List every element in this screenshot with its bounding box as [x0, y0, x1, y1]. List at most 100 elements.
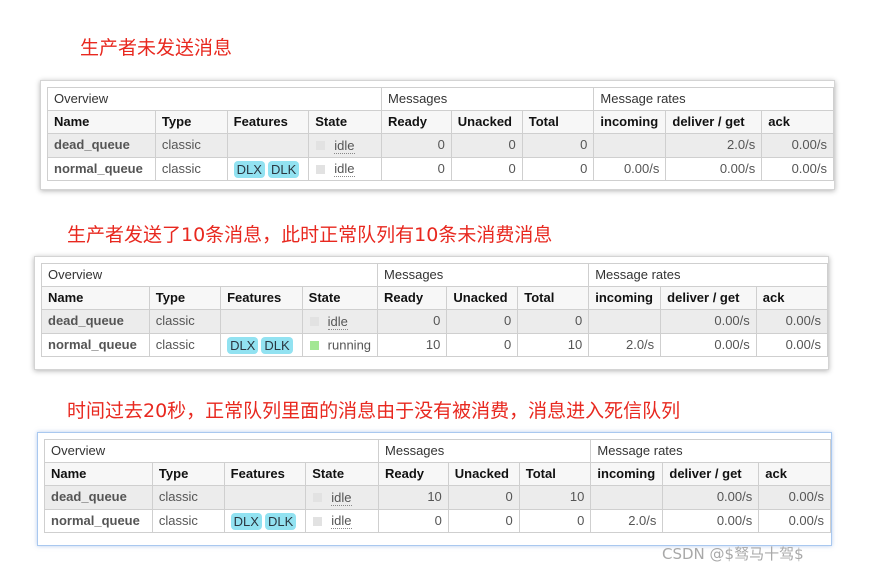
column-header-state: State: [305, 462, 380, 486]
queue-row[interactable]: normal_queue classic DLX DLK idle 0 0 0 2.0/s 0.0…: [44, 508, 831, 534]
group-header-overview: Overview: [43, 439, 380, 463]
feature-badge-dlx: DLX: [233, 160, 265, 178]
queue-state: idle: [305, 485, 380, 510]
rate-incoming: [590, 485, 664, 510]
queue-row[interactable]: dead_queue classic idle 0 0 0 0.00/s 0.00/s: [41, 309, 829, 334]
column-header-ready: Ready: [378, 462, 449, 486]
queue-name-link[interactable]: normal_queue: [44, 508, 153, 534]
queue-type: classic: [154, 133, 228, 158]
messages-unacked: 0: [450, 133, 523, 158]
queue-type: classic: [151, 485, 225, 510]
column-header-name: Name: [47, 110, 156, 134]
state-indicator-icon: [309, 340, 319, 350]
feature-badge-dlk: DLK: [267, 160, 300, 178]
column-header-type: Type: [151, 462, 225, 486]
rate-ack: 0.00/s: [761, 156, 834, 182]
column-header-unacked: Unacked: [447, 462, 520, 486]
rate-incoming: 2.0/s: [590, 508, 664, 534]
queue-state-label: idle: [331, 513, 352, 530]
queues-table: Overview Messages Message rates Name Type Fea…: [43, 439, 831, 534]
queue-state: idle: [305, 508, 380, 534]
column-header-ack: ack: [758, 462, 831, 486]
messages-total: 10: [517, 332, 590, 358]
rate-deliver-get: 0.00/s: [660, 332, 757, 358]
queue-name-link[interactable]: normal_queue: [47, 156, 156, 182]
queue-features: [226, 133, 310, 158]
queue-type: classic: [148, 332, 222, 358]
group-header-message-rates: Message rates: [590, 439, 831, 463]
messages-unacked: 0: [450, 156, 523, 182]
queue-table-panel: Overview Messages Message rates Name Type Fea…: [40, 80, 835, 190]
queue-type: classic: [154, 156, 228, 182]
rate-ack: 0.00/s: [755, 309, 829, 334]
column-header-total: Total: [521, 110, 595, 134]
group-header-message-rates: Message rates: [593, 87, 834, 111]
messages-ready: 0: [377, 309, 448, 334]
queue-state: idle: [308, 133, 383, 158]
column-header-type: Type: [154, 110, 228, 134]
rate-incoming: [588, 309, 662, 334]
rate-ack: 0.00/s: [755, 332, 829, 358]
messages-total: 0: [521, 156, 595, 182]
rate-deliver-get: 0.00/s: [660, 309, 757, 334]
column-header-total: Total: [518, 462, 592, 486]
column-header-deliver-get: deliver / get: [665, 110, 763, 134]
rate-ack: 0.00/s: [758, 508, 831, 534]
queue-row[interactable]: normal_queue classic DLX DLK idle 0 0 0 0.00/s 0.…: [47, 156, 834, 182]
column-header-ready: Ready: [377, 286, 448, 310]
csdn-watermark: CSDN @$驽马十驾$: [662, 545, 804, 563]
column-header-incoming: incoming: [593, 110, 667, 134]
queue-features: DLX DLK: [226, 156, 310, 182]
column-header-features: Features: [226, 110, 310, 134]
column-header-unacked: Unacked: [450, 110, 523, 134]
queue-table-panel: Overview Messages Message rates Name Type Fea…: [34, 256, 829, 370]
queue-table-panel: Overview Messages Message rates Name Type Fea…: [37, 432, 832, 546]
messages-unacked: 0: [446, 332, 519, 358]
column-header-features: Features: [220, 286, 303, 310]
queue-row[interactable]: dead_queue classic idle 10 0 10 0.00/s 0.00/s: [44, 485, 831, 510]
messages-total: 0: [517, 309, 590, 334]
queue-state-label: idle: [327, 313, 348, 330]
section-heading: 生产者发送了10条消息，此时正常队列有10条未消费消息: [67, 224, 553, 246]
feature-badge-dlx: DLX: [230, 512, 262, 530]
group-header-messages: Messages: [377, 263, 590, 287]
column-header-features: Features: [223, 462, 307, 486]
messages-ready: 0: [381, 133, 452, 158]
queue-state: running: [301, 332, 379, 358]
feature-badge-dlk: DLK: [261, 336, 293, 354]
messages-unacked: 0: [447, 508, 520, 534]
column-header-ready: Ready: [381, 110, 452, 134]
queue-row[interactable]: dead_queue classic idle 0 0 0 2.0/s 0.00/s: [47, 133, 834, 158]
rate-deliver-get: 0.00/s: [662, 508, 760, 534]
group-header-overview: Overview: [40, 263, 379, 287]
queue-name-link[interactable]: dead_queue: [47, 133, 156, 158]
column-header-ack: ack: [755, 286, 829, 310]
queues-table: Overview Messages Message rates Name Type Fea…: [40, 263, 829, 358]
column-header-incoming: incoming: [588, 286, 662, 310]
column-header-incoming: incoming: [590, 462, 664, 486]
messages-total: 0: [518, 508, 592, 534]
queue-state-label: idle: [334, 137, 355, 154]
column-header-name: Name: [41, 286, 150, 310]
queue-name-link[interactable]: normal_queue: [41, 332, 150, 358]
column-header-name: Name: [44, 462, 153, 486]
rate-incoming: 2.0/s: [588, 332, 662, 358]
state-indicator-icon: [309, 317, 319, 327]
messages-total: 0: [521, 133, 595, 158]
messages-ready: 0: [378, 508, 449, 534]
messages-total: 10: [518, 485, 592, 510]
state-indicator-icon: [316, 141, 326, 151]
feature-badge-dlx: DLX: [227, 336, 259, 354]
queue-features: [220, 309, 303, 334]
queue-name-link[interactable]: dead_queue: [44, 485, 153, 510]
rate-ack: 0.00/s: [758, 485, 831, 510]
column-header-unacked: Unacked: [446, 286, 519, 310]
queue-type: classic: [148, 309, 222, 334]
feature-badge-dlk: DLK: [264, 512, 297, 530]
column-header-state: State: [308, 110, 383, 134]
state-indicator-icon: [313, 493, 323, 503]
group-header-messages: Messages: [378, 439, 592, 463]
queue-name-link[interactable]: dead_queue: [41, 309, 150, 334]
queue-row[interactable]: normal_queue classic DLX DLK running 10 0 10 2.0…: [41, 332, 829, 358]
queue-features: [223, 485, 307, 510]
